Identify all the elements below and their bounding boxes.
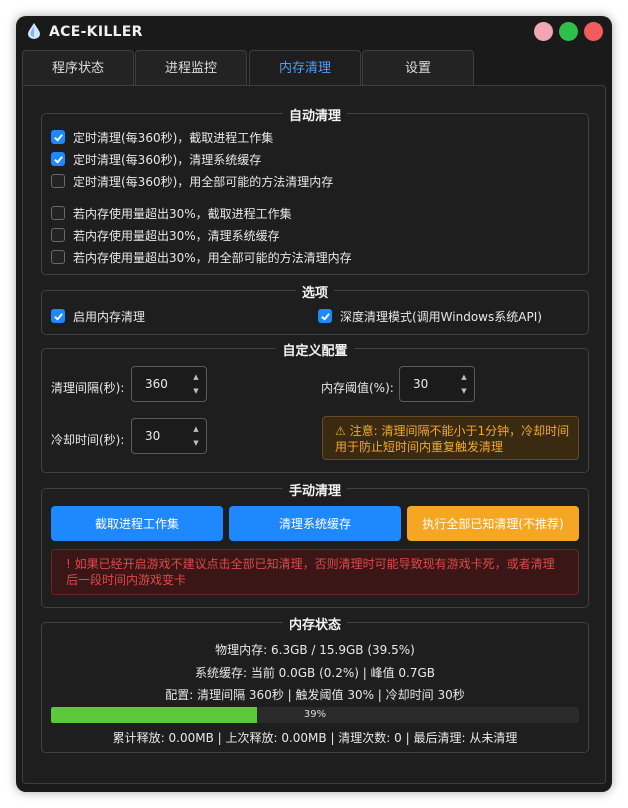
clean-all-button[interactable]: 执行全部已知清理(不推荐) xyxy=(407,506,579,541)
spin-down-icon[interactable]: ▼ xyxy=(192,387,200,395)
group-title: 选项 xyxy=(295,286,334,301)
group-title: 自定义配置 xyxy=(276,344,354,359)
threshold-label: 内存阈值(%): xyxy=(321,381,394,395)
manual-clean-group: 手动清理 截取进程工作集 清理系统缓存 执行全部已知清理(不推荐) ! 如果已经… xyxy=(41,484,589,608)
spin-down-icon[interactable]: ▼ xyxy=(192,439,200,447)
progress-text: 39% xyxy=(303,709,327,720)
auto-clean-group: 自动清理 定时清理(每360秒)，截取进程工作集 定时清理(每360秒)，清理系… xyxy=(41,109,589,275)
auto-cache-threshold-checkbox[interactable]: 若内存使用量超出30%，清理系统缓存 xyxy=(51,226,280,244)
group-title: 手动清理 xyxy=(282,484,347,499)
spin-down-icon[interactable]: ▼ xyxy=(460,387,468,395)
enable-memory-clean-checkbox[interactable]: 启用内存清理 xyxy=(51,307,145,325)
checkbox-label: 若内存使用量超出30%，截取进程工作集 xyxy=(73,206,292,221)
exclamation-icon: ! xyxy=(66,557,71,571)
tab-settings[interactable]: 设置 xyxy=(362,50,474,86)
app-window: ACE-KILLER 程序状态 进程监控 内存清理 设置 自动清理 定时清理(每… xyxy=(16,16,612,792)
threshold-input[interactable] xyxy=(401,368,461,400)
tab-program-status[interactable]: 程序状态 xyxy=(22,50,134,86)
checkbox-label: 定时清理(每360秒)，用全部可能的方法清理内存 xyxy=(73,174,334,189)
tab-content: 自动清理 定时清理(每360秒)，截取进程工作集 定时清理(每360秒)，清理系… xyxy=(22,85,606,784)
group-title: 自动清理 xyxy=(282,109,347,124)
clean-cache-button[interactable]: 清理系统缓存 xyxy=(229,506,401,541)
checkbox-label: 若内存使用量超出30%，清理系统缓存 xyxy=(73,228,280,243)
checkbox-checked-icon xyxy=(318,309,332,323)
interval-label: 清理间隔(秒): xyxy=(51,381,125,395)
danger-line1: 如果已经开启游戏不建议点击全部已知清理，否则清理时可能导致现有游戏卡死，或者清理 xyxy=(74,557,555,571)
checkbox-label: 若内存使用量超出30%，用全部可能的方法清理内存 xyxy=(73,250,352,265)
custom-config-group: 自定义配置 清理间隔(秒): ▲ ▼ 内存阈值(%): ▲ ▼ 冷却时间(秒):… xyxy=(41,344,589,473)
checkbox-checked-icon xyxy=(51,309,65,323)
group-title: 内存状态 xyxy=(282,618,347,633)
interval-input[interactable] xyxy=(133,368,193,400)
title-bar: ACE-KILLER xyxy=(16,16,612,48)
warning-line1: 注意: 清理间隔不能小于1分钟，冷却时间 xyxy=(349,424,570,438)
threshold-spinbox[interactable]: ▲ ▼ xyxy=(399,366,475,402)
memory-progress-bar: 39% xyxy=(51,707,579,723)
checkbox-unchecked-icon xyxy=(51,206,65,220)
auto-all-threshold-checkbox[interactable]: 若内存使用量超出30%，用全部可能的方法清理内存 xyxy=(51,248,352,266)
checkbox-checked-icon xyxy=(51,152,65,166)
system-cache-text: 系统缓存: 当前 0.0GB (0.2%) | 峰值 0.7GB xyxy=(194,666,436,680)
cooldown-spinbox[interactable]: ▲ ▼ xyxy=(131,418,207,454)
checkbox-label: 定时清理(每360秒)，截取进程工作集 xyxy=(73,130,274,145)
cooldown-input[interactable] xyxy=(133,420,193,452)
spin-up-icon[interactable]: ▲ xyxy=(192,425,200,433)
tab-memory-clean[interactable]: 内存清理 xyxy=(249,50,361,86)
tab-bar: 程序状态 进程监控 内存清理 设置 xyxy=(22,50,482,86)
close-button[interactable] xyxy=(584,22,603,41)
warning-line2: 用于防止短时间内重复触发清理 xyxy=(335,440,504,454)
auto-trim-threshold-checkbox[interactable]: 若内存使用量超出30%，截取进程工作集 xyxy=(51,204,292,222)
physical-memory-text: 物理内存: 6.3GB / 15.9GB (39.5%) xyxy=(215,643,415,657)
auto-cache-timer-checkbox[interactable]: 定时清理(每360秒)，清理系统缓存 xyxy=(51,150,261,168)
checkbox-unchecked-icon xyxy=(51,250,65,264)
checkbox-checked-icon xyxy=(51,130,65,144)
spin-up-icon[interactable]: ▲ xyxy=(460,373,468,381)
memory-status-group: 内存状态 物理内存: 6.3GB / 15.9GB (39.5%) 系统缓存: … xyxy=(41,618,589,753)
auto-trim-timer-checkbox[interactable]: 定时清理(每360秒)，截取进程工作集 xyxy=(51,128,273,146)
config-text: 配置: 清理间隔 360秒 | 触发阈值 30% | 冷却时间 30秒 xyxy=(165,688,465,702)
checkbox-label: 启用内存清理 xyxy=(73,309,146,324)
auto-all-timer-checkbox[interactable]: 定时清理(每360秒)，用全部可能的方法清理内存 xyxy=(51,172,333,190)
spin-up-icon[interactable]: ▲ xyxy=(192,373,200,381)
deep-clean-checkbox[interactable]: 深度清理模式(调用Windows系统API) xyxy=(318,307,542,325)
checkbox-label: 定时清理(每360秒)，清理系统缓存 xyxy=(73,152,262,167)
cooldown-label: 冷却时间(秒): xyxy=(51,433,125,447)
minimize-button[interactable] xyxy=(534,22,553,41)
warning-note: ⚠ 注意: 清理间隔不能小于1分钟，冷却时间 用于防止短时间内重复触发清理 xyxy=(322,416,579,460)
danger-note: ! 如果已经开启游戏不建议点击全部已知清理，否则清理时可能导致现有游戏卡死，或者… xyxy=(51,549,579,595)
interval-spinbox[interactable]: ▲ ▼ xyxy=(131,366,207,402)
maximize-button[interactable] xyxy=(559,22,578,41)
options-group: 选项 启用内存清理 深度清理模式(调用Windows系统API) xyxy=(41,286,589,335)
summary-text: 累计释放: 0.00MB | 上次释放: 0.00MB | 清理次数: 0 | … xyxy=(112,731,518,745)
checkbox-unchecked-icon xyxy=(51,174,65,188)
app-title: ACE-KILLER xyxy=(49,24,143,40)
trim-working-set-button[interactable]: 截取进程工作集 xyxy=(51,506,223,541)
checkbox-unchecked-icon xyxy=(51,228,65,242)
warning-icon: ⚠ xyxy=(335,424,346,438)
danger-line2: 后一段时间内游戏变卡 xyxy=(66,573,187,587)
water-drop-icon xyxy=(28,23,40,39)
checkbox-label: 深度清理模式(调用Windows系统API) xyxy=(340,309,542,324)
tab-process-monitor[interactable]: 进程监控 xyxy=(135,50,247,86)
